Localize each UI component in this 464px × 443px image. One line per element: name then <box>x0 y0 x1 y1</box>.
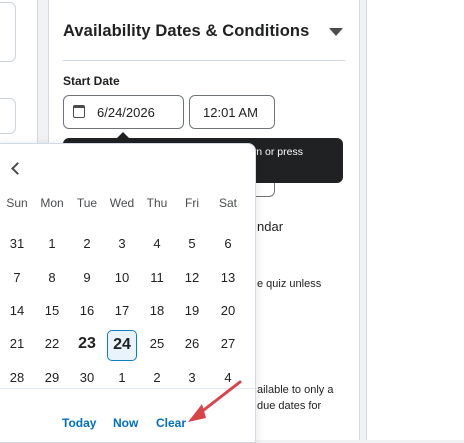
release-text-line2: due dates for <box>257 400 322 412</box>
calendar-day[interactable]: 4 <box>142 230 172 258</box>
calendar-day[interactable]: 21 <box>2 330 32 358</box>
calendar-day[interactable]: 6 <box>213 230 243 258</box>
calendar-icon <box>73 105 85 118</box>
calendar-day[interactable]: 31 <box>2 230 32 258</box>
add-to-calendar-text: ndar <box>257 219 284 234</box>
start-date-label: Start Date <box>63 74 120 88</box>
weekday-sat: Sat <box>218 196 237 210</box>
calendar-day[interactable]: 15 <box>37 297 67 325</box>
previous-month-icon[interactable] <box>8 160 26 178</box>
weekday-tue: Tue <box>76 196 98 210</box>
calendar-day[interactable]: 22 <box>37 330 67 358</box>
weekday-wed: Wed <box>109 196 135 210</box>
left-card <box>0 2 16 62</box>
calendar-day[interactable]: 10 <box>107 264 137 292</box>
calendar-day[interactable]: 12 <box>177 264 207 292</box>
weekday-fri: Fri <box>185 196 199 210</box>
weekday-sun: Sun <box>6 196 28 210</box>
restriction-text: e quiz unless <box>257 278 322 290</box>
calendar-day[interactable]: 1 <box>37 230 67 258</box>
right-gutter <box>366 0 464 440</box>
calendar-day[interactable]: 9 <box>72 264 102 292</box>
calendar-day[interactable]: 16 <box>72 297 102 325</box>
calendar-day[interactable]: 5 <box>177 230 207 258</box>
divider <box>63 60 345 61</box>
calendar-day[interactable]: 19 <box>177 297 207 325</box>
start-time-value: 12:01 AM <box>203 105 258 120</box>
calendar-day[interactable]: 17 <box>107 297 137 325</box>
calendar-day[interactable]: 26 <box>177 330 207 358</box>
calendar-day[interactable]: 18 <box>142 297 172 325</box>
start-time-input[interactable]: 12:01 AM <box>189 95 275 129</box>
panel-title: Availability Dates & Conditions <box>63 22 310 40</box>
calendar-day[interactable]: 13 <box>213 264 243 292</box>
collapse-caret-icon[interactable] <box>329 28 343 36</box>
calendar-day[interactable]: 27 <box>213 330 243 358</box>
calendar-day-today[interactable]: 23 <box>72 330 102 358</box>
release-text-line1: ailable to only a <box>257 384 334 396</box>
weekday-thu: Thu <box>146 196 168 210</box>
calendar-day[interactable]: 2 <box>72 230 102 258</box>
calendar-day[interactable]: 14 <box>2 297 32 325</box>
today-button[interactable]: Today <box>62 416 96 430</box>
start-date-value: 6/24/2026 <box>97 105 155 120</box>
annotation-arrow-icon <box>188 380 242 422</box>
left-field <box>0 98 16 134</box>
start-date-input[interactable]: 6/24/2026 <box>63 95 184 129</box>
calendar-day[interactable]: 7 <box>2 264 32 292</box>
now-button[interactable]: Now <box>113 416 138 430</box>
calendar-day[interactable]: 8 <box>37 264 67 292</box>
calendar-day-selected[interactable]: 24 <box>107 330 137 361</box>
calendar-day[interactable]: 20 <box>213 297 243 325</box>
calendar-day[interactable]: 25 <box>142 330 172 358</box>
weekday-mon: Mon <box>40 196 64 210</box>
calendar-day[interactable]: 11 <box>142 264 172 292</box>
calendar-day[interactable]: 3 <box>107 230 137 258</box>
